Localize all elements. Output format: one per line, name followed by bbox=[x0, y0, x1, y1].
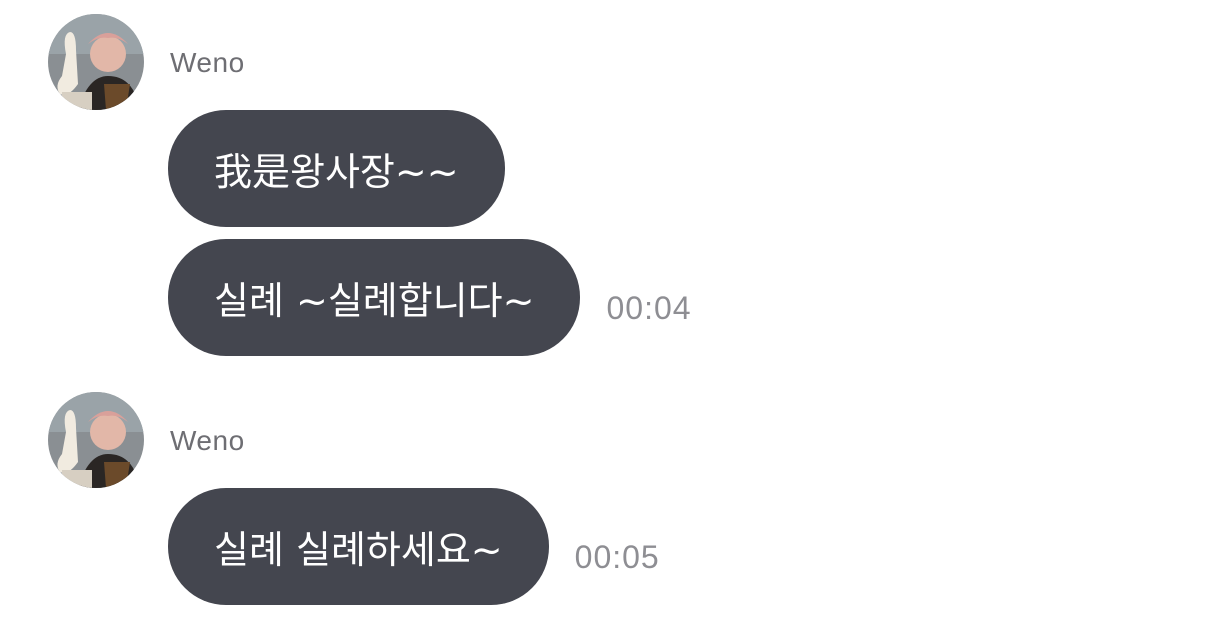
message-row: 실례 ~실례합니다~ 00:04 bbox=[168, 239, 692, 356]
message-row: 我是왕사장~~ bbox=[168, 110, 505, 227]
sender-name: Weno bbox=[170, 47, 245, 78]
sender-name: Weno bbox=[170, 425, 245, 456]
avatar[interactable] bbox=[48, 14, 144, 110]
message-timestamp: 00:05 bbox=[574, 539, 660, 575]
avatar[interactable] bbox=[48, 392, 144, 488]
message-bubble[interactable]: 我是왕사장~~ bbox=[168, 110, 505, 227]
message-bubble[interactable]: 실례 실례하세요~ bbox=[168, 488, 549, 605]
message-bubble[interactable]: 실례 ~실례합니다~ bbox=[168, 239, 581, 356]
message-timestamp: 00:04 bbox=[606, 290, 692, 326]
avatar-photo-icon bbox=[48, 392, 144, 488]
avatar-photo-icon bbox=[48, 14, 144, 110]
message-row: 실례 실례하세요~ 00:05 bbox=[168, 488, 660, 605]
